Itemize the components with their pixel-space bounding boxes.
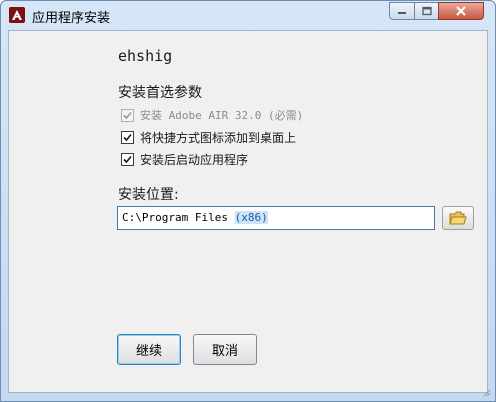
preferences-heading: 安装首选参数 <box>118 85 202 101</box>
desktop-shortcut-label[interactable]: 将快捷方式图标添加到桌面上 <box>140 129 296 146</box>
window-title: 应用程序安装 <box>32 11 111 26</box>
option-launch-after-install[interactable]: 安装后启动应用程序 <box>121 150 248 168</box>
publisher-name: ehshig <box>118 47 173 65</box>
browse-folder-button[interactable] <box>442 206 474 230</box>
close-icon <box>456 6 466 16</box>
install-air-checkbox <box>121 108 134 122</box>
installer-window: 应用程序安装 ehshig 安装首选参数 安装 Adobe AIR 32.0 (… <box>0 0 496 402</box>
install-location-label: 安装位置: <box>118 187 179 203</box>
checkmark-icon <box>123 155 132 163</box>
minimize-button[interactable] <box>389 2 415 20</box>
adobe-air-icon <box>9 7 25 23</box>
install-air-label: 安装 Adobe AIR 32.0 (必需) <box>140 109 304 122</box>
minimize-icon <box>398 12 406 14</box>
installer-content: ehshig 安装首选参数 安装 Adobe AIR 32.0 (必需) 将快捷… <box>8 30 488 393</box>
title-bar[interactable]: 应用程序安装 <box>1 1 495 29</box>
desktop-shortcut-checkbox[interactable] <box>121 130 134 144</box>
install-location-field[interactable] <box>117 206 435 230</box>
maximize-icon <box>421 6 432 16</box>
cancel-button[interactable]: 取消 <box>193 334 257 365</box>
option-desktop-shortcut[interactable]: 将快捷方式图标添加到桌面上 <box>121 128 296 146</box>
checkmark-icon <box>123 111 132 119</box>
maximize-button[interactable] <box>414 2 439 20</box>
launch-after-install-label[interactable]: 安装后启动应用程序 <box>140 151 248 168</box>
continue-button[interactable]: 继续 <box>117 334 181 365</box>
folder-icon <box>449 211 467 224</box>
launch-after-install-checkbox[interactable] <box>121 152 134 166</box>
option-install-air: 安装 Adobe AIR 32.0 (必需) <box>121 106 303 124</box>
close-button[interactable] <box>438 2 484 20</box>
checkmark-icon <box>123 133 132 141</box>
resize-grip-icon[interactable] <box>481 387 491 397</box>
